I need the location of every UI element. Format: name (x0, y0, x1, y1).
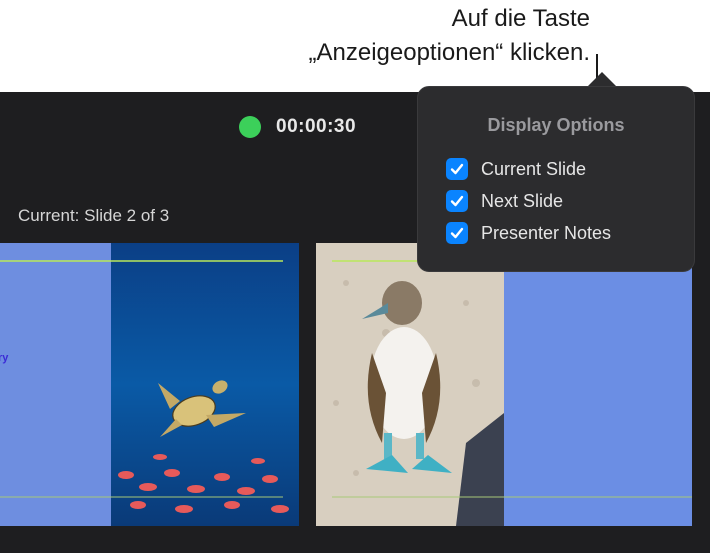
current-slide-thumbnail: ry (0, 243, 299, 526)
timer-status-dot (239, 116, 261, 138)
slide-body-text: ry (0, 352, 9, 364)
callout-line-1: Auf die Taste (451, 5, 590, 32)
option-presenter-notes[interactable]: Presenter Notes (446, 221, 611, 245)
presenter-notes-option-label: Presenter Notes (481, 222, 612, 243)
checkmark-icon (450, 195, 464, 207)
timer-readout: 00:00:30 (276, 116, 357, 137)
option-next-slide[interactable]: Next Slide (446, 189, 563, 213)
callout-line-2: „Anzeigeoptionen“ klicken. (308, 39, 591, 66)
current-slide-artwork (0, 243, 299, 526)
next-slide-artwork (316, 243, 692, 526)
next-slide-option-label: Next Slide (481, 190, 564, 211)
checkmark-icon (450, 163, 464, 175)
current-slide-option-label: Current Slide (481, 158, 587, 179)
checkmark-icon (450, 227, 464, 239)
option-current-slide[interactable]: Current Slide (446, 157, 586, 181)
current-slide-label: Current: Slide 2 of 3 (18, 206, 170, 225)
display-options-popover: Display Options Current Slide Next Slide… (417, 86, 695, 272)
instruction-callout: Auf die Taste „Anzeigeoptionen“ klicken. (309, 2, 591, 70)
popover-title: Display Options (487, 115, 625, 135)
next-slide-checkbox[interactable] (446, 190, 468, 212)
presenter-notes-checkbox[interactable] (446, 222, 468, 244)
current-slide-checkbox[interactable] (446, 158, 468, 180)
next-slide-thumbnail (316, 243, 692, 526)
